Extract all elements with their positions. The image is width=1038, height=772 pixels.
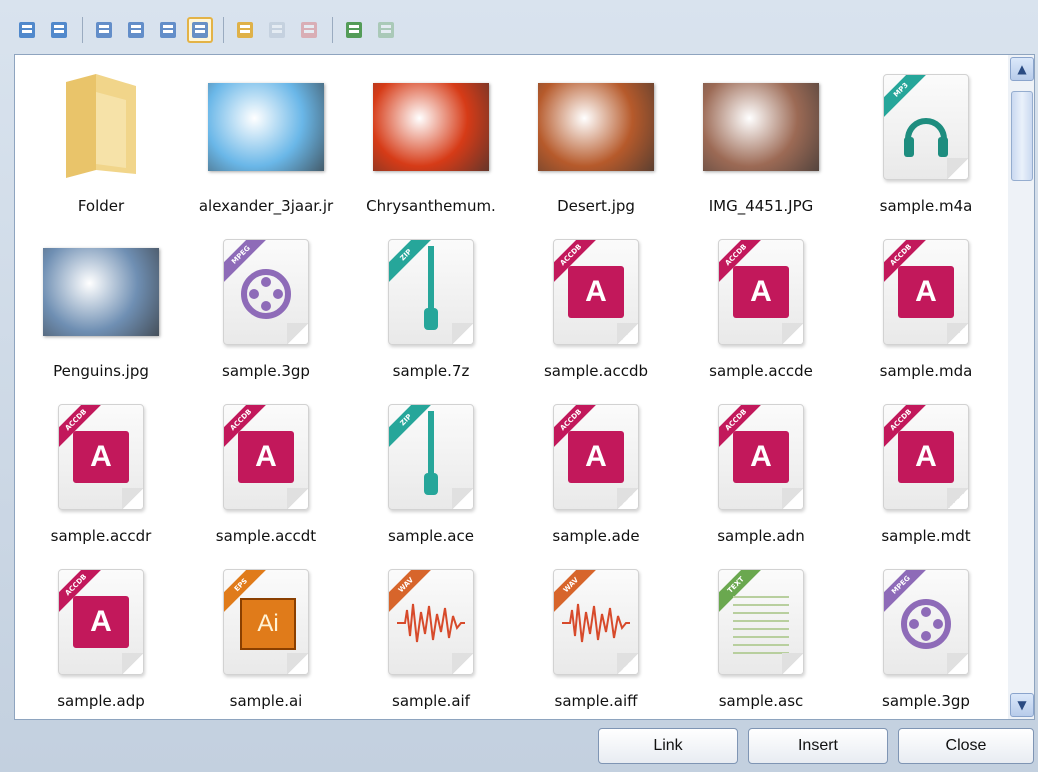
rename-icon[interactable] (264, 17, 290, 43)
file-item[interactable]: Desert.jpg (515, 60, 677, 225)
insert-button[interactable]: Insert (748, 728, 888, 764)
new-folder-icon[interactable] (232, 17, 258, 43)
file-item[interactable]: ACCDB A sample.ade (515, 390, 677, 555)
view-tiles-icon[interactable] (155, 17, 181, 43)
text-file-icon: TEXT (703, 567, 819, 677)
file-label: sample.adp (57, 692, 145, 710)
file-item[interactable]: ACCDB A sample.mda (845, 225, 1007, 390)
photo-file-icon (703, 72, 819, 182)
file-label: sample.7z (392, 362, 470, 380)
thumbnails-icon[interactable] (14, 17, 40, 43)
folder-file-icon (43, 72, 159, 182)
file-item[interactable]: alexander_3jaar.jr (185, 60, 347, 225)
file-label: alexander_3jaar.jr (198, 197, 334, 215)
file-label: sample.accdt (215, 527, 317, 545)
file-label: sample.accde (709, 362, 813, 380)
vertical-scrollbar[interactable]: ▲ ▼ (1008, 54, 1035, 720)
file-item[interactable]: ACCDB A sample.mdt (845, 390, 1007, 555)
scroll-down-arrow-icon[interactable]: ▼ (1010, 693, 1034, 717)
file-label: sample.mda (879, 362, 973, 380)
file-item[interactable]: ACCDB A sample.accde (680, 225, 842, 390)
file-item[interactable]: ZIP sample.7z (350, 225, 512, 390)
file-browser-window: Folder alexander_3jaar.jr Chrysanthemum. De… (0, 0, 1038, 772)
access-file-icon: ACCDB A (703, 402, 819, 512)
file-label: sample.3gp (222, 362, 310, 380)
wave-file-icon: WAV (373, 567, 489, 677)
file-item[interactable]: Chrysanthemum. (350, 60, 512, 225)
refresh-icon[interactable] (46, 17, 72, 43)
file-label: sample.accdb (543, 362, 649, 380)
file-item[interactable]: ACCDB A sample.adn (680, 390, 842, 555)
file-item[interactable]: ACCDB A sample.adp (20, 555, 182, 719)
view-details-icon[interactable] (91, 17, 117, 43)
file-item[interactable]: MPEG sample.3gp (185, 225, 347, 390)
photo-file-icon (538, 72, 654, 182)
access-file-icon: ACCDB A (538, 402, 654, 512)
view-list-icon[interactable] (123, 17, 149, 43)
ai-file-icon: EPS Ai (208, 567, 324, 677)
file-label: sample.aiff (554, 692, 638, 710)
file-item[interactable]: Folder (20, 60, 182, 225)
delete-icon[interactable] (296, 17, 322, 43)
file-label: Desert.jpg (557, 197, 635, 215)
access-file-icon: ACCDB A (43, 402, 159, 512)
file-item[interactable]: Penguins.jpg (20, 225, 182, 390)
file-label: Folder (77, 197, 125, 215)
file-label: sample.ai (229, 692, 303, 710)
close-button[interactable]: Close (898, 728, 1034, 764)
access-file-icon: ACCDB A (868, 237, 984, 347)
toolbar-separator (223, 17, 224, 43)
file-label: Penguins.jpg (53, 362, 149, 380)
video-file-icon: MPEG (208, 237, 324, 347)
file-label: Chrysanthemum. (366, 197, 496, 215)
button-bar: Link Insert Close (0, 722, 1038, 772)
file-item[interactable]: WAV sample.aif (350, 555, 512, 719)
file-label: sample.asc (718, 692, 804, 710)
zip-file-icon: ZIP (373, 402, 489, 512)
access-file-icon: ACCDB A (868, 402, 984, 512)
file-item[interactable]: WAV sample.aiff (515, 555, 677, 719)
file-label: sample.ade (552, 527, 640, 545)
access-file-icon: ACCDB A (43, 567, 159, 677)
access-file-icon: ACCDB A (538, 237, 654, 347)
file-label: sample.accdr (50, 527, 152, 545)
file-item[interactable]: TEXT sample.asc (680, 555, 842, 719)
photo-file-icon (373, 72, 489, 182)
photo-file-icon (43, 237, 159, 347)
file-label: sample.aif (392, 692, 470, 710)
zip-file-icon: ZIP (373, 237, 489, 347)
file-label: sample.ace (388, 527, 474, 545)
file-item[interactable]: MP3 sample.m4a (845, 60, 1007, 225)
file-label: sample.m4a (879, 197, 973, 215)
upload-icon[interactable] (341, 17, 367, 43)
file-item[interactable]: ACCDB A sample.accdt (185, 390, 347, 555)
file-item[interactable]: EPS Ai sample.ai (185, 555, 347, 719)
link-button[interactable]: Link (598, 728, 738, 764)
file-grid-panel: Folder alexander_3jaar.jr Chrysanthemum. De… (14, 54, 1010, 720)
toolbar (14, 8, 1034, 52)
file-label: IMG_4451.JPG (708, 197, 814, 215)
scroll-thumb[interactable] (1011, 91, 1033, 181)
view-large-icons-icon[interactable] (187, 17, 213, 43)
access-file-icon: ACCDB A (208, 402, 324, 512)
toolbar-separator (82, 17, 83, 43)
file-item[interactable]: IMG_4451.JPG (680, 60, 842, 225)
file-item[interactable]: MPEG sample.3gp (845, 555, 1007, 719)
file-label: sample.adn (717, 527, 805, 545)
file-label: sample.mdt (881, 527, 971, 545)
scroll-up-arrow-icon[interactable]: ▲ (1010, 57, 1034, 81)
toolbar-separator (332, 17, 333, 43)
file-item[interactable]: ZIP sample.ace (350, 390, 512, 555)
access-file-icon: ACCDB A (703, 237, 819, 347)
download-icon[interactable] (373, 17, 399, 43)
photo-file-icon (208, 72, 324, 182)
file-item[interactable]: ACCDB A sample.accdr (20, 390, 182, 555)
audio-file-icon: MP3 (868, 72, 984, 182)
video-file-icon: MPEG (868, 567, 984, 677)
file-item[interactable]: ACCDB A sample.accdb (515, 225, 677, 390)
file-label: sample.3gp (882, 692, 970, 710)
wave-file-icon: WAV (538, 567, 654, 677)
